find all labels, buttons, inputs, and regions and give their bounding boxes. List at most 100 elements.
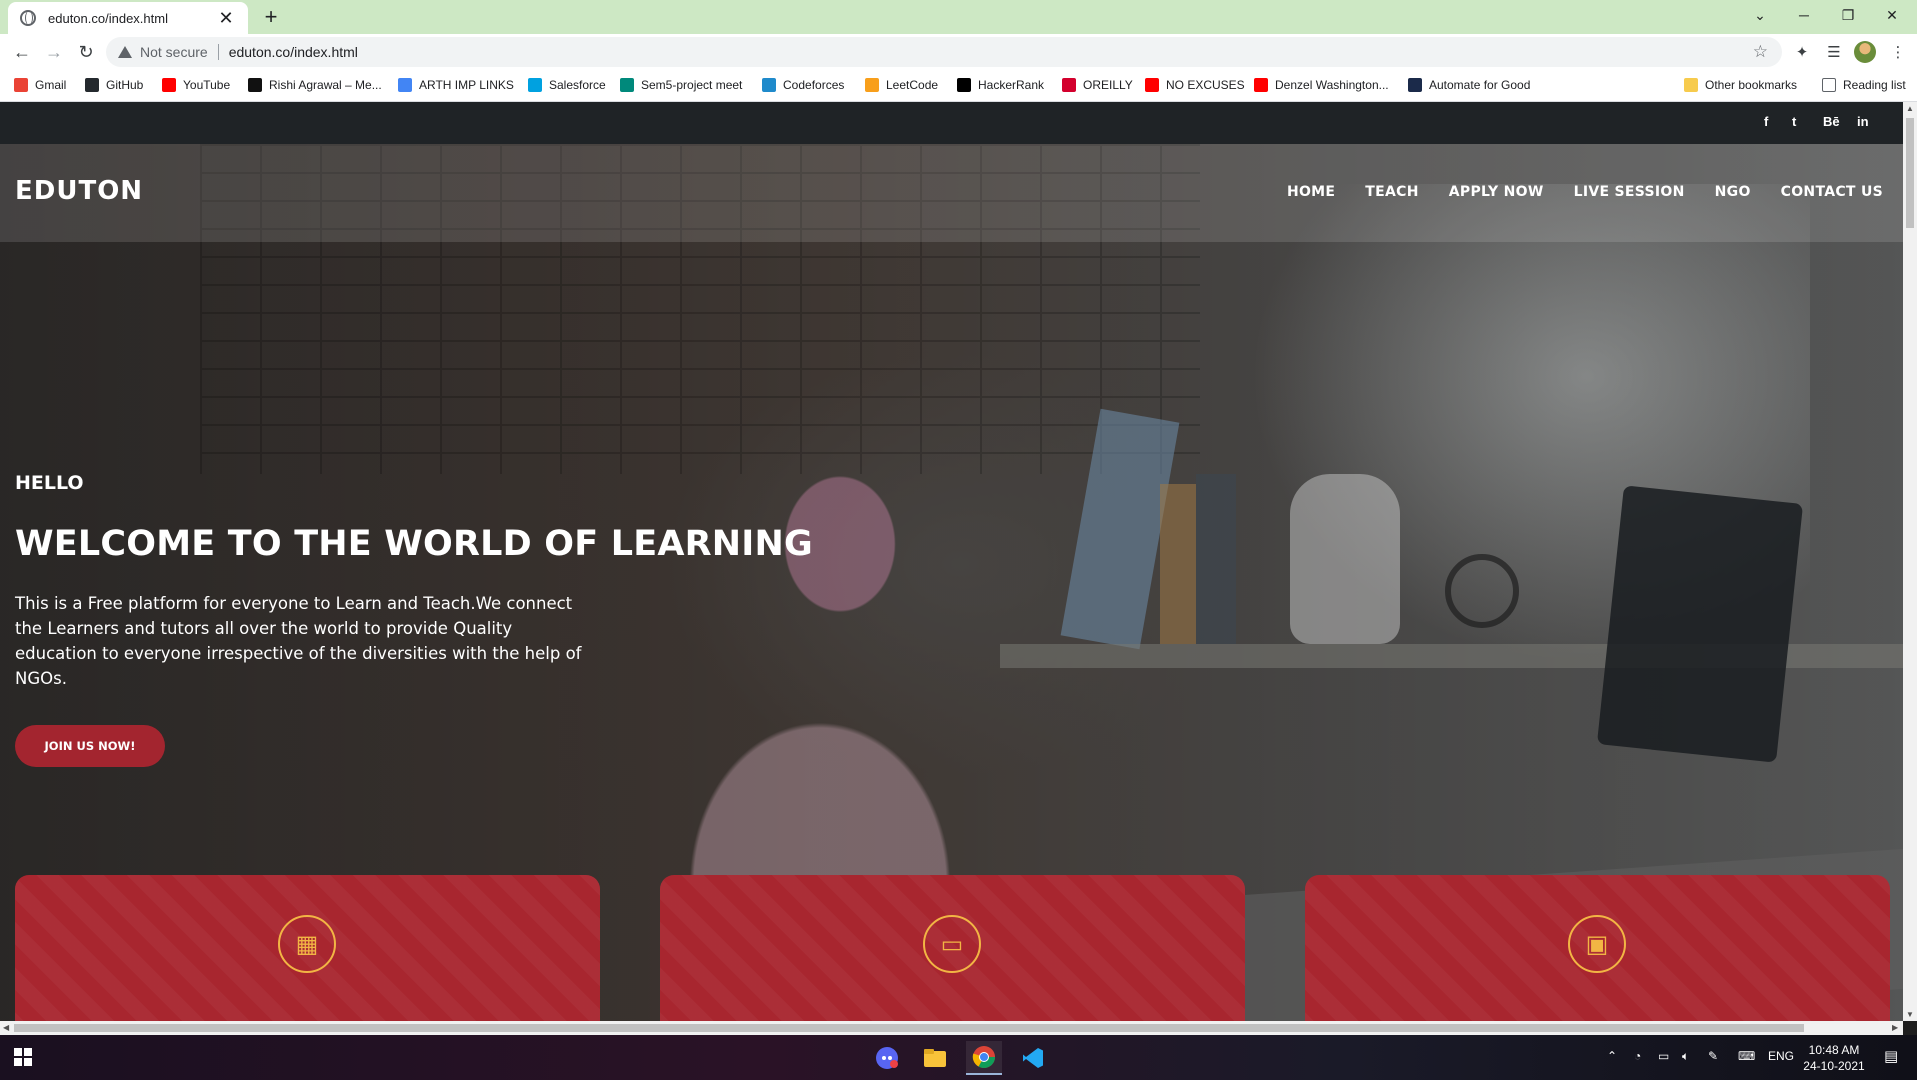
new-tab-button[interactable]: + — [258, 4, 284, 30]
bookmark-label: Denzel Washington... — [1275, 78, 1389, 92]
bookmark-item[interactable]: Denzel Washington... — [1254, 78, 1389, 92]
back-button[interactable]: ← — [10, 40, 34, 64]
hackerrank-icon — [957, 78, 971, 92]
main-nav: HOME TEACH APPLY NOW LIVE SESSION NGO CO… — [1287, 184, 1883, 200]
vertical-scrollbar[interactable]: ▲ ▼ — [1903, 102, 1917, 1021]
github-icon — [85, 78, 99, 92]
bookmark-item[interactable]: LeetCode — [865, 78, 938, 92]
bookmark-item[interactable]: Automate for Good — [1408, 78, 1530, 92]
hero-greeting: HELLO — [15, 472, 84, 494]
scroll-up-icon[interactable]: ▲ — [1905, 104, 1915, 113]
horizontal-scroll-thumb[interactable] — [14, 1024, 1804, 1032]
scroll-down-icon[interactable]: ▼ — [1905, 1010, 1915, 1019]
medium-icon — [248, 78, 262, 92]
file-explorer-icon[interactable] — [917, 1041, 953, 1075]
bookmark-star-icon[interactable]: ☆ — [1753, 42, 1768, 62]
forward-button[interactable]: → — [42, 40, 66, 64]
chrome-icon[interactable] — [966, 1041, 1002, 1075]
youtube-icon — [1145, 78, 1159, 92]
bookmark-item[interactable]: ARTH IMP LINKS — [398, 78, 514, 92]
folder-icon — [1684, 78, 1698, 92]
address-bar[interactable]: Not secure eduton.co/index.html ☆ — [106, 37, 1782, 67]
bookmark-item[interactable]: Sem5-project meet — [620, 78, 742, 92]
url-text[interactable]: eduton.co/index.html — [229, 44, 358, 60]
site-header: EDUTON HOME TEACH APPLY NOW LIVE SESSION… — [0, 144, 1903, 242]
menu-icon[interactable]: ⋮ — [1888, 42, 1908, 62]
bookmarks-bar: Other bookmarks Reading list Gmail GitHub… — [0, 70, 1917, 102]
twitter-icon[interactable]: t — [1792, 114, 1796, 129]
docs-icon — [398, 78, 412, 92]
volume-icon[interactable]: 🔈︎ — [1682, 1049, 1689, 1064]
clock-time: 10:48 AM — [1808, 1043, 1860, 1057]
keyboard-icon[interactable]: ⌨ — [1738, 1049, 1755, 1063]
site-logo[interactable]: EDUTON — [15, 176, 143, 206]
bookmark-item[interactable]: Gmail — [14, 78, 66, 92]
bookmark-label: Automate for Good — [1429, 78, 1531, 92]
reload-button[interactable]: ↻ — [74, 40, 98, 64]
meet-icon — [620, 78, 634, 92]
social-topbar: f t Bē in — [0, 102, 1903, 144]
windows-start-icon[interactable] — [14, 1048, 32, 1066]
hero-background-book — [1196, 474, 1236, 644]
globe-icon — [20, 10, 36, 26]
language-indicator[interactable]: ENG — [1768, 1049, 1794, 1063]
nav-contact-us[interactable]: CONTACT US — [1781, 184, 1883, 200]
horizontal-scrollbar[interactable]: ◀ ▶ — [0, 1021, 1903, 1035]
hero-background-clock — [1445, 554, 1519, 628]
extensions-icon[interactable]: ✦ — [1792, 42, 1812, 62]
pen-icon[interactable]: ✎ — [1708, 1049, 1718, 1063]
bookmark-label: LeetCode — [886, 78, 939, 92]
behance-icon[interactable]: Bē — [1823, 114, 1840, 129]
close-tab-icon[interactable]: ✕ — [216, 8, 236, 29]
bookmark-item[interactable]: NO EXCUSES — [1145, 78, 1245, 92]
hero-background-book — [1160, 484, 1196, 644]
bookmark-label: NO EXCUSES — [1166, 78, 1245, 92]
notifications-icon[interactable]: ▤ — [1884, 1047, 1898, 1065]
tab-search-icon[interactable]: ⌄ — [1738, 0, 1782, 30]
warning-icon — [118, 46, 132, 58]
feature-card[interactable]: ▣ — [1305, 875, 1890, 1021]
minimize-button[interactable]: ─ — [1782, 0, 1826, 30]
scroll-left-icon[interactable]: ◀ — [3, 1023, 9, 1032]
bookmark-item[interactable]: GitHub — [85, 78, 143, 92]
window-close-button[interactable]: ✕ — [1870, 0, 1914, 30]
vscode-icon[interactable] — [1015, 1041, 1051, 1075]
tray-chevron-icon[interactable]: ⌃ — [1607, 1049, 1617, 1063]
linkedin-icon[interactable]: in — [1857, 114, 1869, 129]
facebook-icon[interactable]: f — [1764, 114, 1768, 129]
join-us-button[interactable]: JOIN US NOW! — [15, 725, 165, 767]
media-control-icon[interactable]: ☰ — [1824, 42, 1844, 62]
other-bookmarks[interactable]: Other bookmarks — [1684, 78, 1797, 92]
feature-card[interactable]: ▭ — [660, 875, 1245, 1021]
bookmark-item[interactable]: Salesforce — [528, 78, 606, 92]
browser-tab[interactable]: eduton.co/index.html ✕ — [8, 2, 248, 34]
feature-card[interactable]: ▦ — [15, 875, 600, 1021]
nav-apply-now[interactable]: APPLY NOW — [1449, 184, 1544, 200]
bookmark-item[interactable]: Codeforces — [762, 78, 844, 92]
bookmark-item[interactable]: OREILLY — [1062, 78, 1133, 92]
nav-ngo[interactable]: NGO — [1715, 184, 1751, 200]
taskbar-clock[interactable]: 10:48 AM 24-10-2021 — [1798, 1042, 1870, 1074]
reading-list[interactable]: Reading list — [1822, 78, 1906, 92]
tab-strip: eduton.co/index.html ✕ + ⌄ ─ ❐ ✕ — [0, 0, 1917, 34]
salesforce-icon — [528, 78, 542, 92]
browser-toolbar: ← → ↻ Not secure eduton.co/index.html ☆ … — [0, 34, 1917, 70]
vertical-scroll-thumb[interactable] — [1906, 118, 1914, 228]
bookmark-item[interactable]: Rishi Agrawal – Me... — [248, 78, 382, 92]
nav-teach[interactable]: TEACH — [1365, 184, 1418, 200]
online-learning-icon: ▣ — [1568, 915, 1626, 973]
youtube-icon — [162, 78, 176, 92]
bookmark-item[interactable]: YouTube — [162, 78, 230, 92]
network-icon[interactable]: ◔ — [1634, 1049, 1641, 1063]
nav-live-session[interactable]: LIVE SESSION — [1574, 184, 1685, 200]
windows-taskbar: ⌃ ◔ ▭ 🔈︎ ✎ ⌨ ENG 10:48 AM 24-10-2021 ▤ — [0, 1035, 1917, 1080]
scroll-right-icon[interactable]: ▶ — [1892, 1023, 1898, 1032]
discord-icon[interactable] — [869, 1041, 905, 1075]
bookmark-item[interactable]: HackerRank — [957, 78, 1044, 92]
security-label[interactable]: Not secure — [140, 44, 208, 60]
restore-button[interactable]: ❐ — [1826, 0, 1870, 30]
nav-home[interactable]: HOME — [1287, 184, 1335, 200]
bookmark-label: ARTH IMP LINKS — [419, 78, 514, 92]
battery-icon[interactable]: ▭ — [1658, 1049, 1669, 1063]
profile-avatar[interactable] — [1854, 41, 1876, 63]
